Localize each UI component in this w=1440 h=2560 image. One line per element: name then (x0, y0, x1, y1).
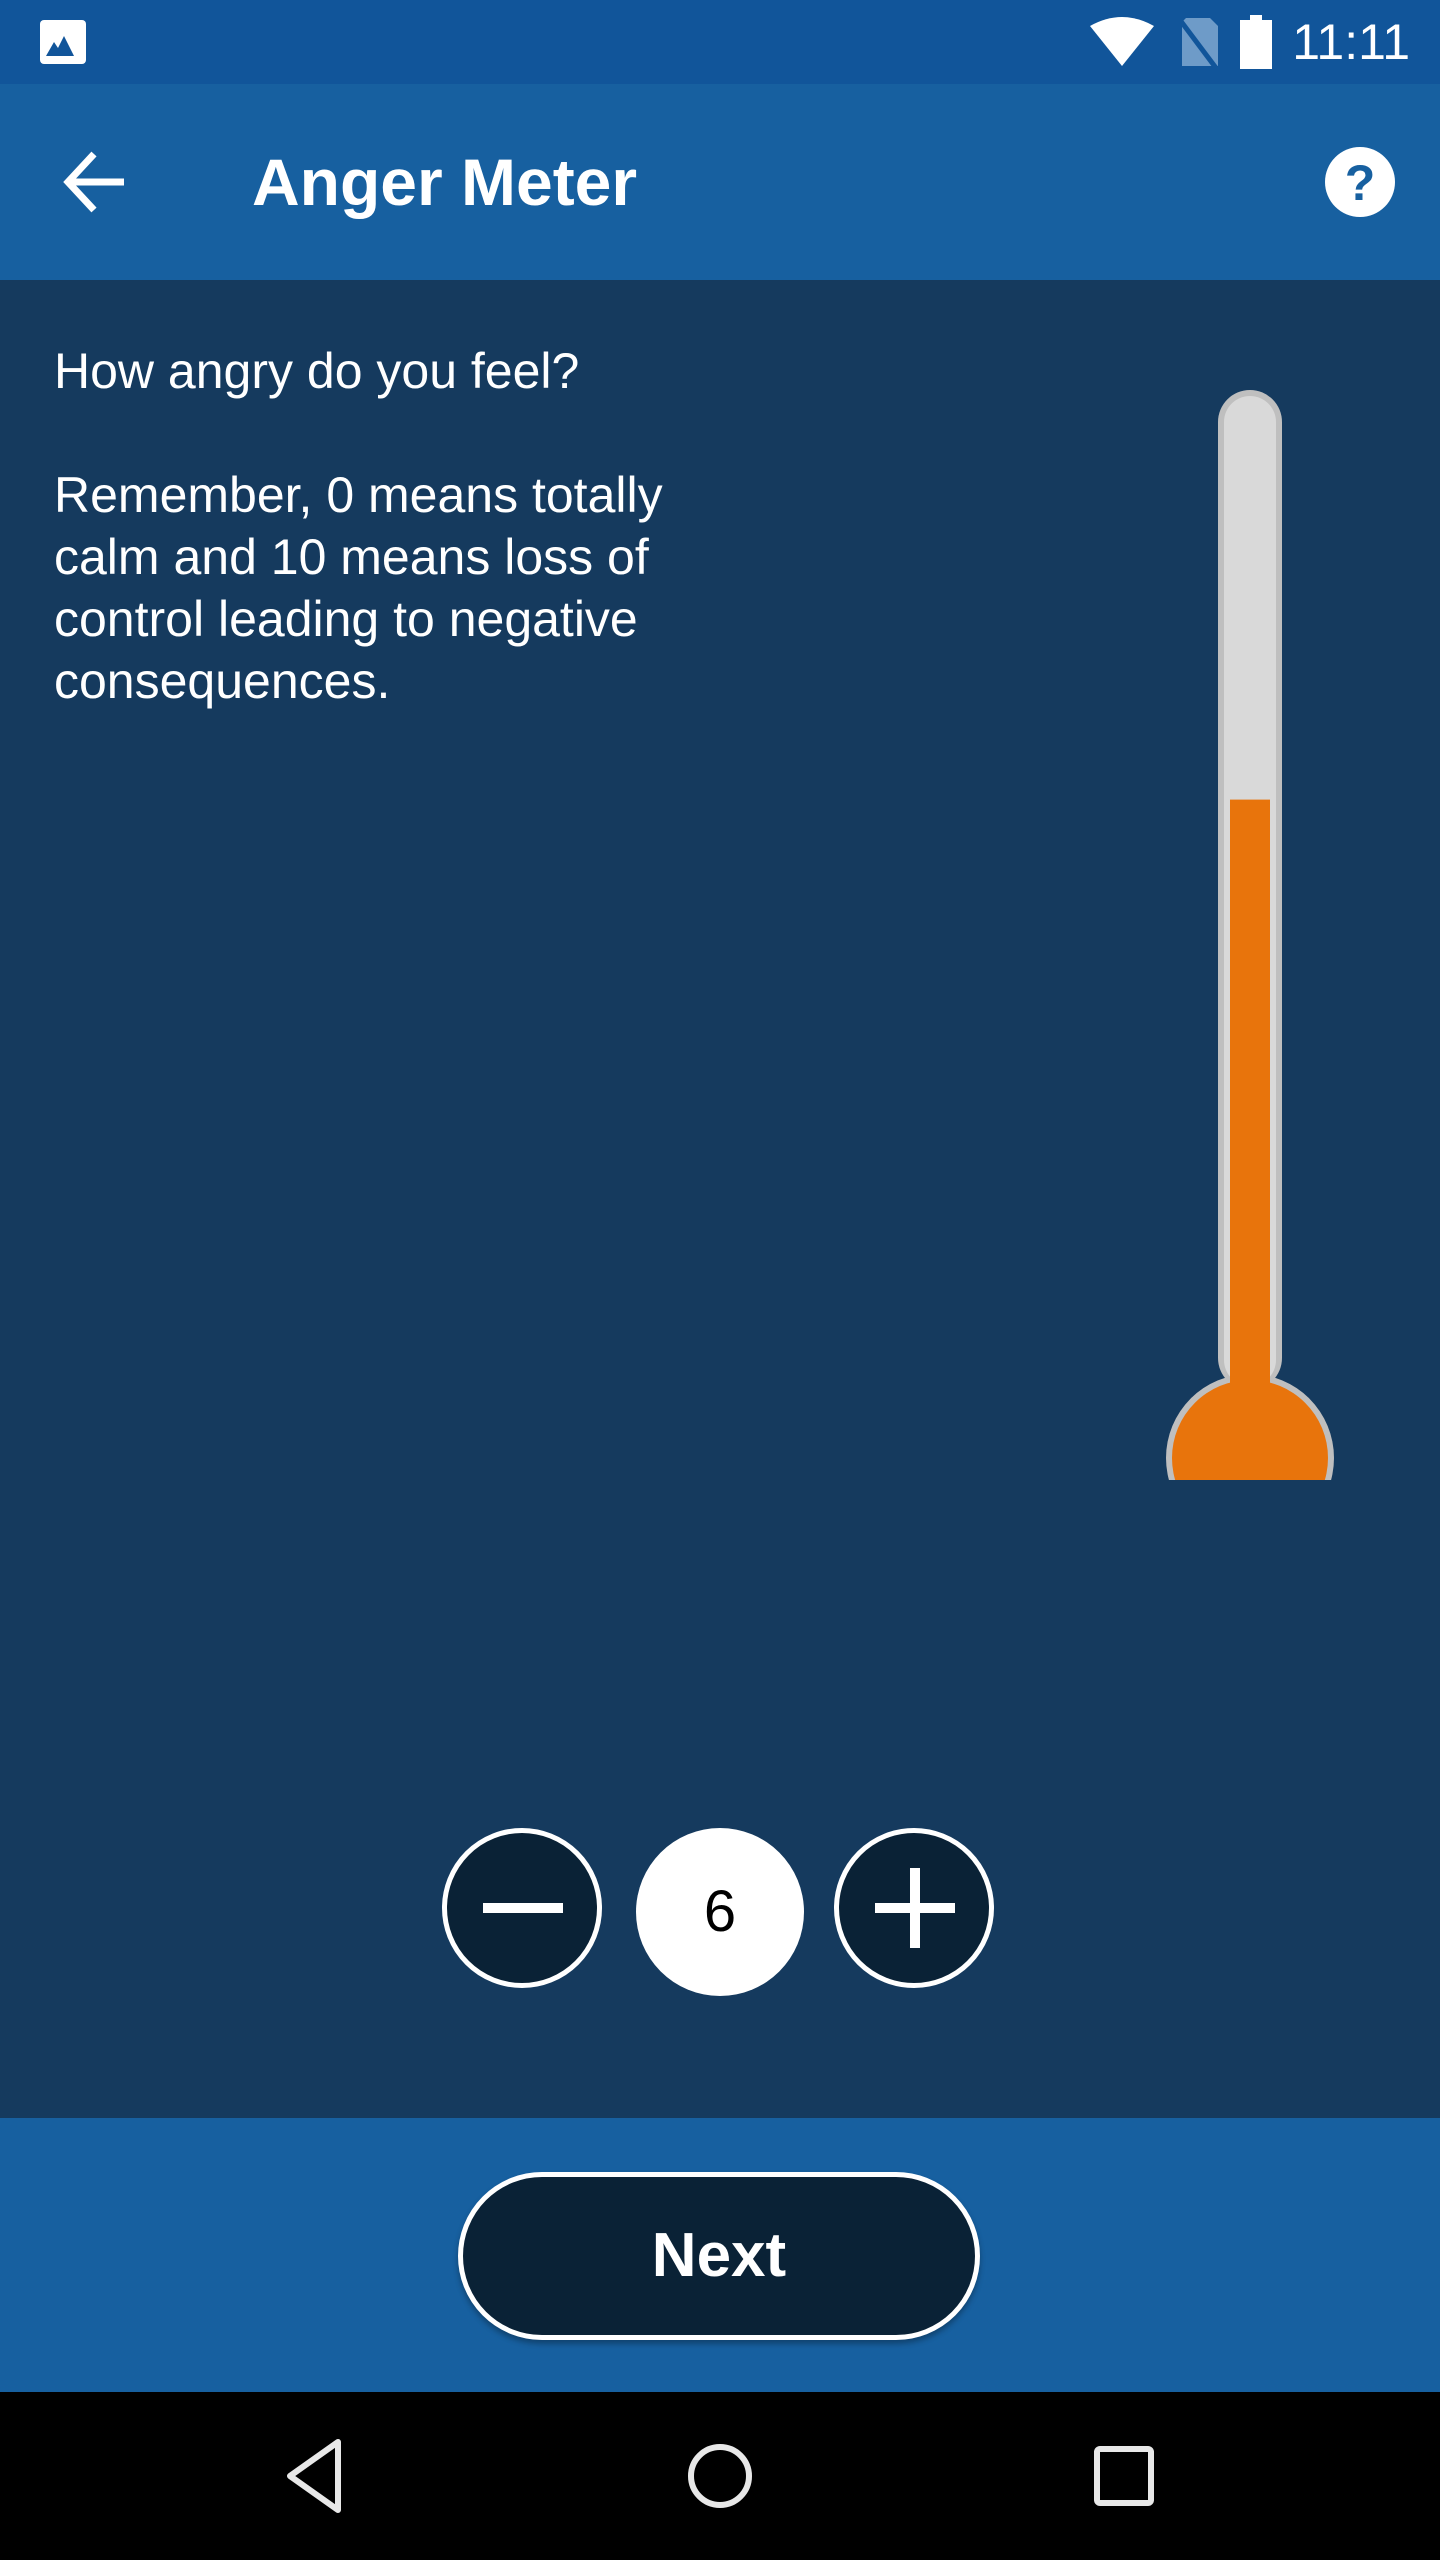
decrement-button[interactable] (442, 1828, 602, 1988)
navigation-bar (0, 2392, 1440, 2560)
value-stepper: 6 (0, 1828, 1440, 1998)
anger-value: 6 (636, 1828, 804, 1996)
question-text: How angry do you feel? (54, 343, 580, 399)
nav-back-icon[interactable] (276, 2436, 356, 2516)
nav-home-icon[interactable] (680, 2436, 760, 2516)
no-sim-icon (1178, 18, 1219, 68)
svg-text:?: ? (1345, 155, 1376, 211)
anger-thermometer (1166, 390, 1334, 1480)
content-area: How angry do you feel? Remember, 0 means… (0, 280, 1440, 2118)
wifi-icon (1090, 17, 1155, 66)
image-notification-icon (40, 20, 86, 64)
arrow-left-icon[interactable] (60, 150, 130, 214)
help-circle-icon[interactable]: ? (1324, 146, 1396, 218)
increment-button[interactable] (834, 1828, 994, 1988)
status-time: 11:11 (1292, 14, 1410, 70)
page-title: Anger Meter (252, 145, 638, 219)
next-button[interactable]: Next (458, 2172, 980, 2340)
thermometer-fill (1230, 799, 1270, 1410)
nav-recents-icon[interactable] (1084, 2436, 1164, 2516)
battery-icon (1240, 15, 1273, 69)
bottom-bar: Next (0, 2118, 1440, 2392)
minus-icon (483, 1903, 563, 1913)
explanation-text: Remember, 0 means totally calm and 10 me… (54, 467, 663, 709)
status-bar: 11:11 (0, 0, 1440, 84)
plus-icon (875, 1868, 955, 1948)
app-bar: Anger Meter ? (0, 84, 1440, 280)
